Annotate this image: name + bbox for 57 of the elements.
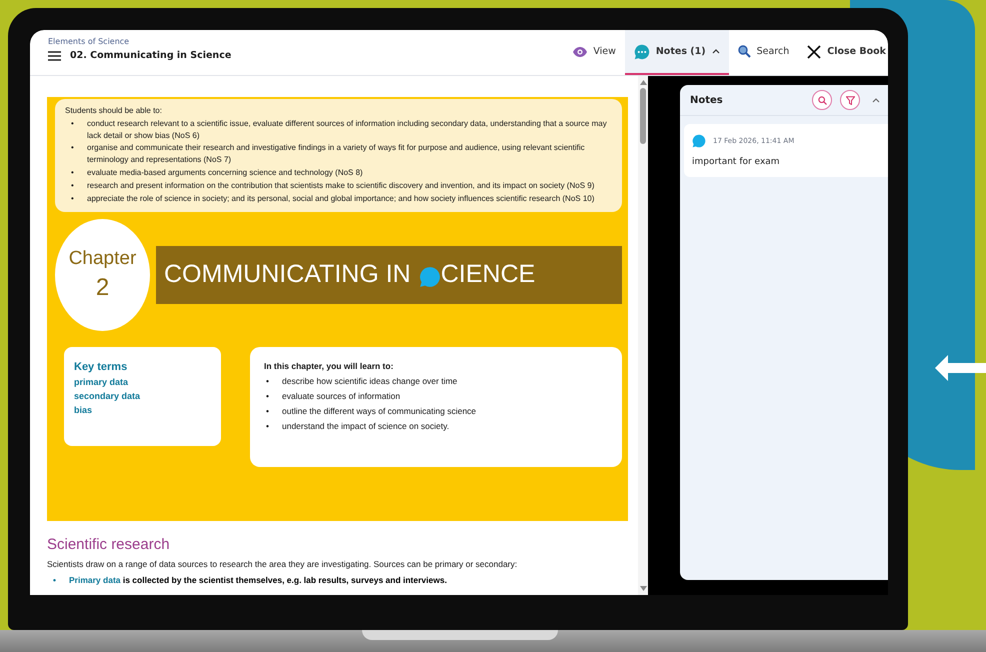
arrow-left-icon xyxy=(935,355,986,381)
search-button[interactable]: Search xyxy=(728,30,798,75)
chapter-heading: COMMUNICATING IN xyxy=(164,260,411,290)
key-term: primary data xyxy=(74,376,130,387)
objective-item: research and present information on the contribution that scientists make to scientific discovery and invention, and its impact on society (NoS 9) xyxy=(87,180,594,192)
collapse-icon[interactable] xyxy=(872,98,880,102)
learning-item: describe how scientific ideas change over time xyxy=(282,376,458,386)
search-icon xyxy=(738,45,751,58)
bullet-marker: • xyxy=(266,420,270,431)
learning-item: outline the different ways of communicating science xyxy=(282,406,476,416)
section-heading: Scientific research xyxy=(47,536,171,553)
caret-icon xyxy=(712,49,720,54)
note-marker-icon xyxy=(418,266,441,288)
filter-button[interactable] xyxy=(840,90,860,110)
close-icon xyxy=(807,44,822,58)
bullet-marker: • xyxy=(71,142,75,154)
key-term: bias xyxy=(74,404,94,415)
objective-item: appreciate the role of science in society; and its personal, social and global importance; and how society influences scientific research (NoS 10) xyxy=(87,192,594,205)
bullet-marker: • xyxy=(71,167,75,179)
notes-panel-title: Notes xyxy=(690,94,724,106)
chapter-title: 02. Communicating in Science xyxy=(70,50,232,61)
chapter-heading: CIENCE xyxy=(440,260,536,290)
bullet-item: Primary data is collected by the scientist themselves, e.g. lab results, surveys and interviews. xyxy=(69,575,447,585)
bullet-marker: • xyxy=(266,406,270,416)
search-icon xyxy=(818,96,826,104)
objective-item: evaluate media-based arguments concerning science and technology (NoS 8) xyxy=(87,167,363,179)
learning-heading: In this chapter, you will learn to: xyxy=(264,360,394,371)
scroll-down-icon[interactable] xyxy=(640,586,646,591)
bullet-marker: • xyxy=(71,192,75,205)
book-title: Elements of Science xyxy=(48,37,130,46)
bullet-marker: • xyxy=(266,390,270,401)
filter-icon xyxy=(846,96,854,104)
chapter-number: 2 xyxy=(96,274,110,302)
scroll-up-icon[interactable] xyxy=(640,80,646,85)
chapter-label: Chapter xyxy=(68,248,136,270)
learning-item: evaluate sources of information xyxy=(282,390,400,401)
learning-item: understand the impact of science on society. xyxy=(282,420,450,431)
view-button[interactable]: View xyxy=(564,30,625,75)
objective-item: organise and communicate their research and investigative findings in a variety of ways fit for purpose and audience, using relevant scientific terminology and representations (NoS 7) xyxy=(87,142,586,166)
close-button[interactable]: Close Book xyxy=(798,30,888,75)
search-button[interactable] xyxy=(812,90,832,110)
bullet-marker: • xyxy=(71,180,75,192)
key-term: secondary data xyxy=(74,390,142,401)
note-text: important for exam xyxy=(692,157,781,167)
note-icon xyxy=(692,134,706,148)
bullet-marker: • xyxy=(266,376,270,386)
eye-icon xyxy=(573,46,588,56)
section-paragraph: Scientists draw on a range of data sources to research the area they are investigating. Sources can be primary or secondary: xyxy=(47,559,518,569)
notes-button[interactable]: Notes (1) xyxy=(624,30,729,75)
key-terms-heading: Key terms xyxy=(74,360,128,373)
bullet-marker: • xyxy=(53,575,57,585)
menu-icon[interactable] xyxy=(48,50,61,60)
scrollbar[interactable] xyxy=(638,76,648,595)
objective-item: conduct research relevant to a scientific issue, evaluate different sources of information including secondary data, understanding that a source may lack detail or show bias (NoS 6) xyxy=(87,118,608,142)
bullet-marker: • xyxy=(71,118,75,130)
notes-icon xyxy=(634,44,650,60)
objectives-intro: Students should be able to: xyxy=(65,105,163,117)
